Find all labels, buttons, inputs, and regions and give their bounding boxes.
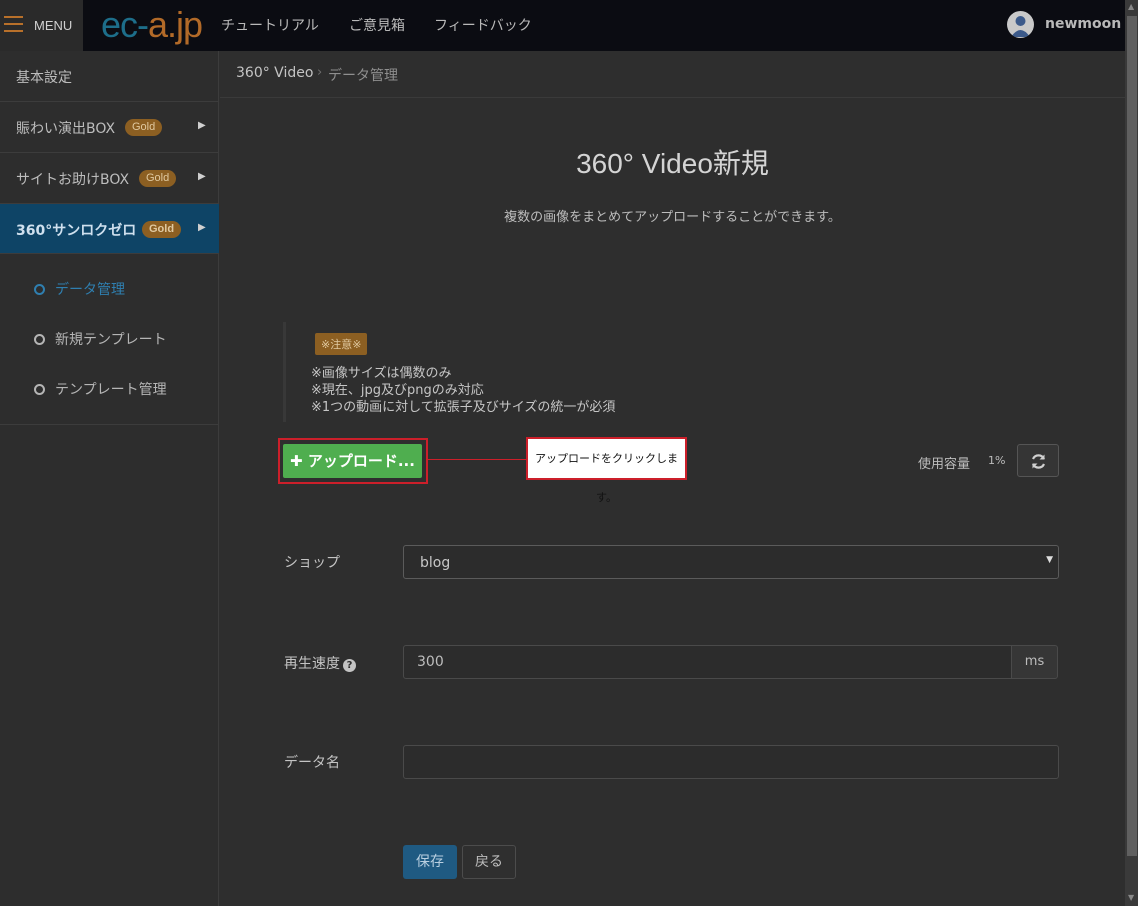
notice-badge: ※注意※	[315, 333, 368, 355]
sidebar-submenu: データ管理 新規テンプレート テンプレート管理	[0, 253, 219, 425]
breadcrumb-current: データ管理	[328, 68, 398, 84]
page-title: 360° Video新規	[576, 148, 769, 179]
notice-line: ※1つの動画に対して拡張子及びサイズの統一が必須	[311, 400, 616, 415]
breadcrumb-root[interactable]: 360° Video	[236, 65, 313, 81]
circle-icon	[34, 284, 45, 295]
submenu-item-new-template[interactable]: 新規テンプレート	[34, 329, 167, 349]
chevron-right-icon: ▶	[198, 120, 206, 131]
sidebar-item-360-sanrokuzero[interactable]: 360°サンロクゼロ Gold ▶	[0, 204, 219, 254]
question-circle-icon[interactable]: ?	[343, 659, 356, 672]
capacity-label: 使用容量	[918, 457, 971, 472]
main-content: 360° Video › データ管理 360° Video新規 複数の画像をまと…	[220, 51, 1125, 906]
circle-icon	[34, 334, 45, 345]
site-logo[interactable]: ec-a.jp	[101, 4, 203, 46]
caret-down-icon: ▼	[1046, 555, 1053, 565]
chevron-right-icon: ▶	[198, 171, 206, 182]
top-header: MENU ec-a.jp チュートリアル ご意見箱 フィードバック newmoo…	[0, 0, 1125, 51]
menu-button[interactable]: MENU	[0, 0, 83, 51]
data-name-label: データ名	[284, 755, 340, 771]
breadcrumb-separator: ›	[317, 65, 323, 80]
speed-unit-addon: ms	[1011, 645, 1058, 679]
sidebar-item-nigiwai-box[interactable]: 賑わい演出BOX Gold ▶	[0, 102, 219, 153]
sidebar-item-label: 360°サンロクゼロ	[16, 223, 137, 239]
upload-button[interactable]: ✚ アップロード...	[283, 444, 422, 478]
user-avatar-icon[interactable]	[1007, 11, 1034, 38]
refresh-icon	[1031, 454, 1046, 469]
back-button[interactable]: 戻る	[462, 845, 516, 879]
page-description: 複数の画像をまとめてアップロードすることができます。	[504, 210, 841, 225]
chevron-right-icon: ▶	[198, 222, 206, 233]
sidebar-item-label: 賑わい演出BOX	[16, 121, 116, 137]
menu-label: MENU	[34, 18, 73, 33]
submenu-item-template-management[interactable]: テンプレート管理	[34, 379, 167, 399]
shop-select[interactable]: blog ▼	[403, 545, 1059, 579]
breadcrumb: 360° Video › データ管理	[220, 51, 1125, 98]
sidebar-item-label: 基本設定	[16, 70, 72, 86]
sidebar-item-site-help-box[interactable]: サイトお助けBOX Gold ▶	[0, 153, 219, 204]
sidebar-item-basic-settings[interactable]: 基本設定	[0, 51, 219, 102]
nav-feedback[interactable]: フィードバック	[434, 15, 532, 35]
callout-connector-line	[428, 459, 527, 460]
notice-box: ※注意※ ※画像サイズは偶数のみ ※現在、jpg及びpngのみ対応 ※1つの動画…	[283, 322, 615, 422]
instruction-callout: アップロードをクリックします。	[526, 437, 687, 504]
nav-suggestion-box[interactable]: ご意見箱	[349, 15, 405, 35]
sidebar: 基本設定 賑わい演出BOX Gold ▶ サイトお助けBOX Gold ▶ 36…	[0, 51, 219, 906]
data-name-input[interactable]	[403, 745, 1059, 779]
username[interactable]: newmoon	[1045, 16, 1121, 32]
capacity-value: 1%	[988, 454, 1006, 467]
scroll-down-icon[interactable]: ▼	[1128, 893, 1134, 902]
circle-icon	[34, 384, 45, 395]
gold-badge: Gold	[142, 221, 182, 238]
gold-badge: Gold	[125, 119, 163, 136]
refresh-button[interactable]	[1017, 444, 1059, 477]
shop-select-value: blog	[420, 555, 451, 571]
speed-input[interactable]: 300	[403, 645, 1012, 679]
hamburger-icon	[4, 16, 23, 34]
shop-label: ショップ	[284, 555, 340, 571]
save-button[interactable]: 保存	[403, 845, 457, 879]
scrollbar-thumb[interactable]	[1127, 16, 1137, 856]
submenu-item-data-management[interactable]: データ管理	[34, 279, 125, 299]
speed-label: 再生速度?	[284, 653, 356, 673]
speed-input-value: 300	[417, 654, 444, 670]
scroll-up-icon[interactable]: ▲	[1128, 2, 1134, 11]
sidebar-item-label: サイトお助けBOX	[16, 172, 130, 188]
gold-badge: Gold	[139, 170, 177, 187]
nav-tutorial[interactable]: チュートリアル	[221, 15, 319, 35]
